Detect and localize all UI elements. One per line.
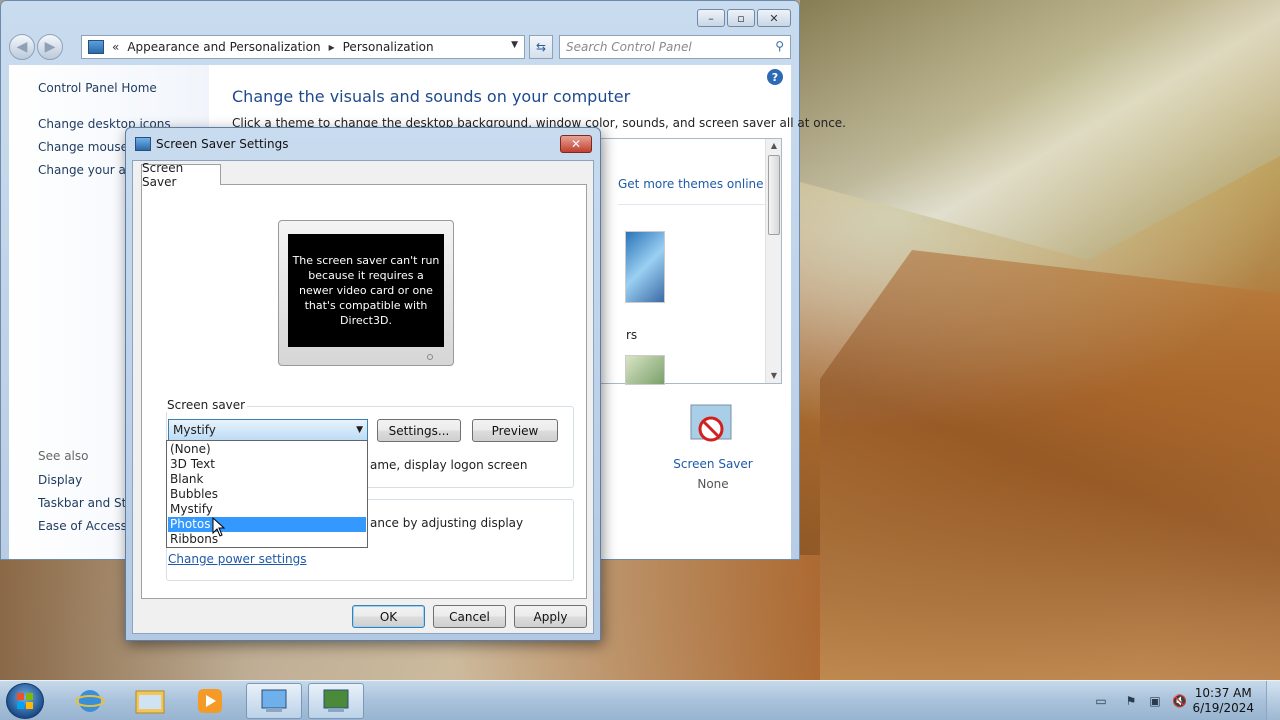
dropdown-option[interactable]: 3D Text — [168, 457, 366, 472]
tab-screen-saver[interactable]: Screen Saver — [141, 161, 221, 189]
selected-value: Mystify — [173, 423, 216, 437]
dropdown-option[interactable]: Mystify — [168, 502, 366, 517]
address-bar[interactable]: « Appearance and Personalization ▸ Perso… — [81, 35, 525, 59]
chevron-icon: « — [112, 40, 120, 54]
minimize-button[interactable]: – — [697, 9, 725, 27]
desktop-wallpaper-facet — [800, 0, 1280, 260]
dropdown-option[interactable]: Bubbles — [168, 487, 366, 502]
keyboard-icon[interactable]: ▭ — [1094, 694, 1108, 708]
ok-button[interactable]: OK — [352, 605, 425, 628]
preview-button[interactable]: Preview — [472, 419, 558, 442]
desktop-wallpaper-facet — [820, 250, 1280, 680]
start-button[interactable] — [6, 683, 44, 719]
dropdown-option[interactable]: Ribbons — [168, 532, 366, 547]
search-input[interactable]: Search Control Panel ⚲ — [559, 35, 791, 59]
taskbar-screen-saver-settings[interactable] — [308, 683, 364, 719]
taskbar-media-player[interactable] — [182, 683, 238, 719]
preview-message: The screen saver can't run because it re… — [288, 234, 444, 347]
screen-saver-group-label: Screen saver — [165, 398, 248, 412]
scroll-up-icon[interactable]: ▲ — [766, 139, 782, 153]
clock-time: 10:37 AM — [1194, 686, 1252, 700]
scrollbar-thumb[interactable] — [768, 155, 780, 235]
media-player-icon — [198, 689, 222, 713]
scroll-down-icon[interactable]: ▼ — [766, 369, 782, 383]
sidebar-link[interactable]: Change your acc — [38, 163, 139, 177]
divider — [618, 204, 768, 205]
see-also-link[interactable]: Taskbar and Star — [38, 496, 139, 510]
see-also-heading: See also — [38, 449, 89, 463]
change-power-settings-link[interactable]: Change power settings — [168, 552, 307, 566]
breadcrumb-item[interactable]: Personalization — [343, 40, 434, 54]
action-center-flag-icon[interactable]: ⚑ — [1124, 694, 1138, 708]
mouse-cursor-icon — [212, 517, 226, 537]
close-button[interactable]: ✕ — [757, 9, 791, 27]
display-icon — [135, 137, 151, 151]
volume-muted-icon[interactable]: 🔇 — [1172, 694, 1187, 708]
control-panel-icon — [88, 40, 104, 54]
taskbar-explorer[interactable] — [122, 683, 178, 719]
taskbar-control-panel[interactable] — [246, 683, 302, 719]
search-icon[interactable]: ⚲ — [775, 39, 784, 53]
control-panel-icon — [261, 689, 287, 712]
sidebar-home-link[interactable]: Control Panel Home — [38, 81, 157, 95]
taskbar: ▭ ⚑ ▣ 🔇 10:37 AM 6/19/2024 — [0, 680, 1280, 720]
chevron-down-icon[interactable]: ▼ — [356, 425, 363, 435]
screen-saver-link[interactable]: Screen Saver — [661, 457, 765, 471]
monitor-preview: The screen saver can't run because it re… — [278, 220, 454, 366]
dialog-client: Screen Saver The screen saver can't run … — [132, 160, 594, 634]
breadcrumb-separator-icon[interactable]: ▸ — [329, 40, 335, 54]
get-more-themes-link[interactable]: Get more themes online — [618, 177, 764, 191]
vertical-scrollbar[interactable]: ▲ ▼ — [765, 139, 781, 383]
maximize-button[interactable]: ▫ — [727, 9, 755, 27]
internet-explorer-icon — [75, 690, 105, 712]
screen-saver-select[interactable]: Mystify ▼ — [168, 419, 368, 441]
dropdown-option[interactable]: Blank — [168, 472, 366, 487]
display-icon — [323, 689, 349, 712]
system-clock[interactable]: 10:37 AM 6/19/2024 — [1192, 686, 1254, 716]
taskbar-internet-explorer[interactable] — [62, 683, 118, 719]
back-arrow-icon[interactable]: ◀ — [9, 34, 35, 60]
see-also-link[interactable]: Display — [38, 473, 82, 487]
screen-saver-value: None — [697, 477, 729, 491]
chevron-down-icon[interactable]: ▼ — [511, 40, 518, 50]
dropdown-option[interactable]: (None) — [168, 442, 366, 457]
apply-button[interactable]: Apply — [514, 605, 587, 628]
help-icon[interactable]: ? — [767, 69, 783, 85]
dropdown-option-highlighted[interactable]: Photos — [168, 517, 366, 532]
cancel-button[interactable]: Cancel — [433, 605, 506, 628]
navigation-bar: ◀ ▶ « Appearance and Personalization ▸ P… — [9, 34, 791, 60]
screen-saver-icon[interactable] — [689, 403, 737, 447]
logon-screen-checkbox-label[interactable]: ame, display logon screen — [370, 458, 527, 472]
windows-logo-icon — [17, 693, 33, 709]
page-title: Change the visuals and sounds on your co… — [232, 87, 631, 106]
search-placeholder: Search Control Panel — [566, 40, 692, 54]
network-icon[interactable]: ▣ — [1148, 694, 1162, 708]
breadcrumb-item[interactable]: Appearance and Personalization — [127, 40, 320, 54]
see-also-link[interactable]: Ease of Access C — [38, 519, 139, 533]
refresh-icon[interactable]: ⇆ — [529, 35, 553, 59]
theme-thumbnail[interactable] — [625, 231, 665, 303]
show-desktop-button[interactable] — [1266, 681, 1280, 720]
screen-saver-settings-dialog: Screen Saver Settings ✕ Screen Saver The… — [125, 127, 601, 641]
forward-arrow-icon[interactable]: ▶ — [37, 34, 63, 60]
theme-thumbnail[interactable] — [625, 355, 665, 385]
clock-date: 6/19/2024 — [1192, 701, 1254, 715]
dialog-close-button[interactable]: ✕ — [560, 135, 592, 153]
settings-button[interactable]: Settings... — [377, 419, 461, 442]
screen-saver-dropdown-list[interactable]: (None) 3D Text Blank Bubbles Mystify Pho… — [166, 440, 368, 548]
monitor-power-icon — [427, 354, 433, 360]
dialog-title: Screen Saver Settings — [156, 137, 289, 151]
theme-label: rs — [626, 328, 638, 342]
folder-icon — [135, 690, 165, 714]
power-description: ance by adjusting display — [370, 516, 524, 530]
window-caption-buttons: – ▫ ✕ — [697, 9, 791, 27]
